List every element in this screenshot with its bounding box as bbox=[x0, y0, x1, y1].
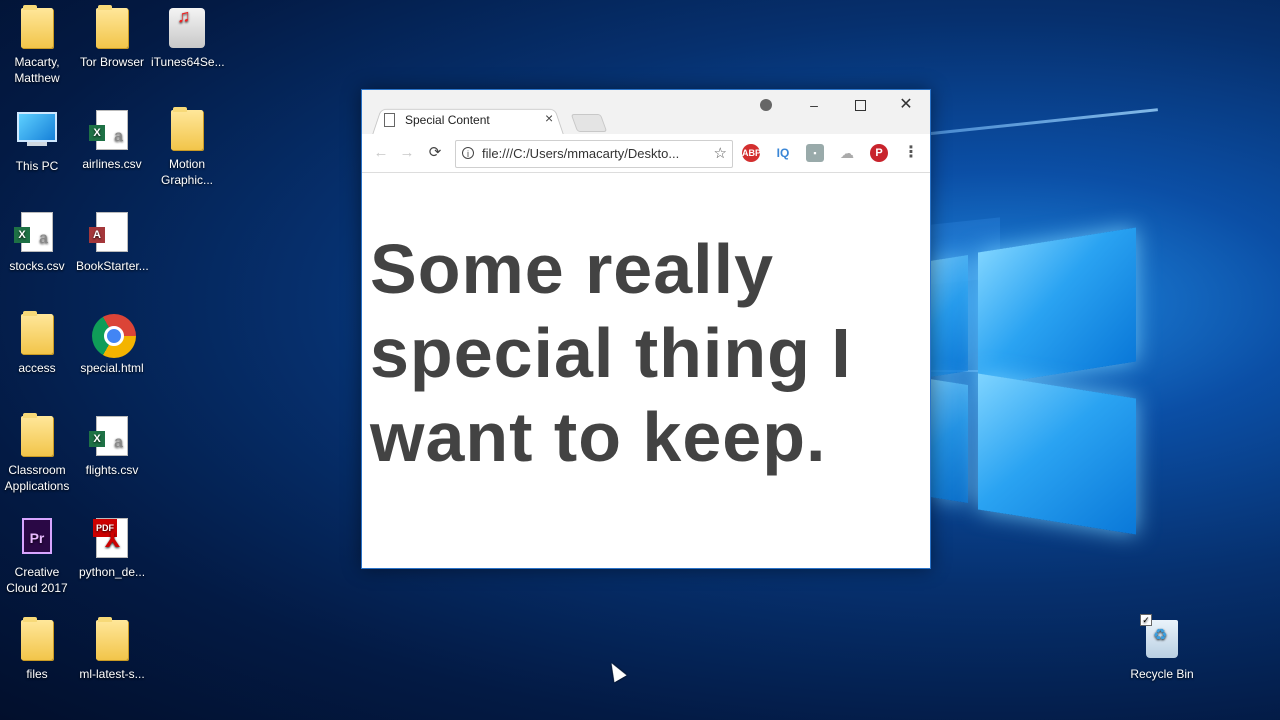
desktop-icon-flights-csv[interactable]: Xa flights.csv bbox=[76, 412, 148, 478]
desktop-icon-recycle-bin[interactable]: ✓ Recycle Bin bbox=[1126, 614, 1198, 682]
reload-button[interactable]: ⟳ bbox=[424, 142, 446, 164]
desktop-icon-label: Macarty, Matthew bbox=[14, 55, 60, 85]
address-bar[interactable]: i file:///C:/Users/mmacarty/Deskto... ☆ bbox=[455, 140, 733, 168]
recycle-bin-icon: ✓ bbox=[1140, 614, 1178, 658]
folder-icon bbox=[21, 413, 53, 456]
desktop-icon-airlines-csv[interactable]: Xa airlines.csv bbox=[76, 106, 148, 172]
tor-browser-icon bbox=[96, 5, 128, 48]
cloud-extension-icon[interactable]: ☁ bbox=[838, 144, 856, 162]
desktop-icon-python-pdf[interactable]: PDF ⅄ python_de... bbox=[76, 514, 148, 580]
chrome-icon bbox=[92, 314, 136, 358]
folder-icon bbox=[96, 617, 128, 660]
user-icon bbox=[760, 99, 772, 111]
desktop-icon-label: special.html bbox=[80, 361, 144, 375]
url-text[interactable]: file:///C:/Users/mmacarty/Deskto... bbox=[482, 146, 679, 161]
desktop-icon-stocks-csv[interactable]: Xa stocks.csv bbox=[1, 208, 73, 274]
user-folder-icon bbox=[21, 5, 53, 48]
folder-icon bbox=[171, 107, 203, 150]
excel-file-icon: Xa bbox=[89, 416, 128, 456]
folder-icon bbox=[21, 311, 53, 354]
title-bar: Special Content × – ✕ bbox=[362, 90, 930, 135]
desktop-icon-label: ml-latest-s... bbox=[79, 667, 145, 681]
iq-extension-icon[interactable]: IQ bbox=[774, 144, 792, 162]
maximize-icon bbox=[854, 100, 866, 111]
extension-icon[interactable]: ▪ bbox=[806, 144, 824, 162]
itunes-installer-icon bbox=[169, 8, 205, 48]
desktop-icon-label: Motion Graphic... bbox=[160, 157, 214, 187]
desktop-icon-creative-cloud[interactable]: Pr Creative Cloud 2017 bbox=[1, 514, 73, 596]
pdf-file-icon: PDF ⅄ bbox=[93, 518, 128, 558]
desktop-icon-label: airlines.csv bbox=[82, 157, 142, 171]
page-content: Some really special thing I want to keep… bbox=[362, 173, 930, 568]
tab-close-icon[interactable]: × bbox=[545, 110, 553, 126]
desktop-icon-this-pc[interactable]: This PC bbox=[1, 106, 73, 174]
page-heading: Some really special thing I want to keep… bbox=[370, 230, 852, 476]
access-file-icon: A bbox=[89, 212, 128, 252]
mouse-cursor-icon bbox=[605, 659, 627, 683]
desktop-icon-label: stocks.csv bbox=[9, 259, 65, 273]
browser-toolbar: ← → ⟳ i file:///C:/Users/mmacarty/Deskto… bbox=[362, 134, 930, 173]
browser-window: Special Content × – ✕ ← → ⟳ i file:///C:… bbox=[361, 89, 931, 569]
desktop-icon-label: files bbox=[26, 667, 48, 681]
premiere-icon: Pr bbox=[22, 518, 52, 554]
adblock-extension-icon[interactable]: ABP bbox=[742, 144, 761, 162]
close-button[interactable]: ✕ bbox=[888, 94, 924, 118]
desktop-icon-label: flights.csv bbox=[85, 463, 139, 477]
desktop-icon-label: Classroom Applications bbox=[4, 463, 70, 493]
new-tab-button[interactable] bbox=[570, 114, 608, 132]
desktop-icon-classroom-applications[interactable]: Classroom Applications bbox=[1, 412, 73, 494]
desktop-icon-bookstarter[interactable]: A BookStarter... bbox=[76, 208, 149, 274]
desktop-icon-label: python_de... bbox=[78, 565, 146, 579]
folder-icon bbox=[21, 617, 53, 660]
computer-icon bbox=[17, 112, 57, 146]
desktop-icon-itunes[interactable]: iTunes64Se... bbox=[151, 4, 225, 70]
excel-file-icon: Xa bbox=[14, 212, 53, 252]
desktop-icon-ml-latest[interactable]: ml-latest-s... bbox=[76, 616, 148, 682]
minimize-button[interactable]: – bbox=[796, 94, 832, 118]
desktop-icon-label: Tor Browser bbox=[79, 55, 144, 69]
excel-file-icon: Xa bbox=[89, 110, 128, 150]
bookmark-star-icon[interactable]: ☆ bbox=[714, 144, 727, 162]
desktop-icon-label: This PC bbox=[15, 159, 59, 173]
desktop-icon-user-folder[interactable]: Macarty, Matthew bbox=[1, 4, 73, 86]
pinterest-extension-icon[interactable]: P bbox=[870, 144, 888, 162]
tab-title: Special Content bbox=[405, 113, 490, 127]
desktop-icon-access[interactable]: access bbox=[1, 310, 73, 376]
desktop-icon-tor-browser[interactable]: Tor Browser bbox=[76, 4, 148, 70]
forward-button[interactable]: → bbox=[396, 142, 418, 164]
menu-icon[interactable]: ⋮ bbox=[902, 144, 920, 162]
desktop-icon-label: BookStarter... bbox=[76, 259, 149, 273]
back-button[interactable]: ← bbox=[370, 142, 392, 164]
desktop-icon-files[interactable]: files bbox=[1, 616, 73, 682]
page-icon bbox=[384, 113, 395, 127]
desktop-icon-label: Recycle Bin bbox=[1130, 667, 1194, 681]
desktop-icon-label: Creative Cloud 2017 bbox=[6, 565, 68, 595]
info-icon[interactable]: i bbox=[462, 147, 474, 159]
desktop-icon-label: iTunes64Se... bbox=[151, 55, 225, 69]
profile-button[interactable] bbox=[748, 94, 784, 118]
desktop-icon-special-html[interactable]: special.html bbox=[76, 310, 148, 376]
desktop-icon-label: access bbox=[18, 361, 56, 375]
desktop-icon-motion-graphics[interactable]: Motion Graphic... bbox=[151, 106, 223, 188]
maximize-button[interactable] bbox=[842, 94, 878, 118]
checkbox-icon: ✓ bbox=[1140, 614, 1152, 626]
windows-logo bbox=[930, 227, 1140, 535]
